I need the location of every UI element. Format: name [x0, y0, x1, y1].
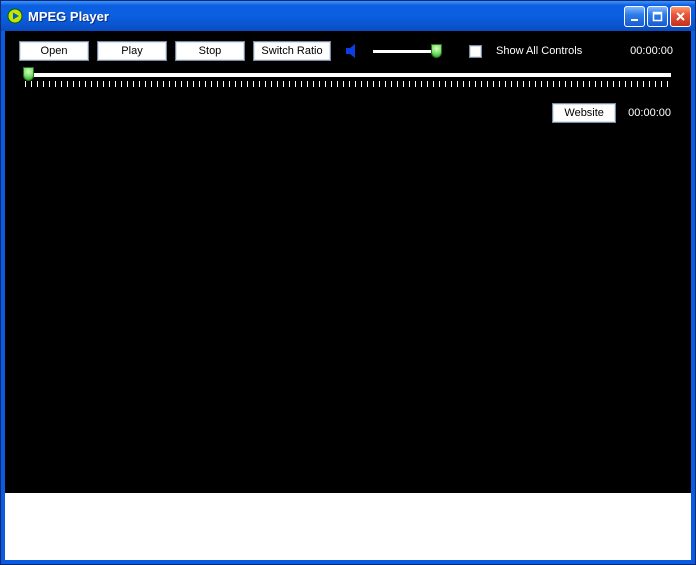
window-buttons [624, 6, 691, 27]
speaker-icon [343, 41, 363, 61]
app-icon [7, 8, 23, 24]
volume-rail [373, 50, 439, 53]
close-button[interactable] [670, 6, 691, 27]
titlebar[interactable]: MPEG Player [1, 1, 695, 31]
seek-thumb[interactable] [23, 67, 34, 81]
maximize-button[interactable] [647, 6, 668, 27]
stop-button[interactable]: Stop [175, 41, 245, 61]
seek-area [5, 65, 691, 97]
play-button[interactable]: Play [97, 41, 167, 61]
show-all-controls-label: Show All Controls [496, 45, 582, 57]
bottom-strip [5, 493, 691, 560]
seek-ticks [25, 81, 671, 87]
minimize-button[interactable] [624, 6, 645, 27]
secondary-row: Website 00:00:00 [5, 97, 691, 127]
time-elapsed-top: 00:00:00 [630, 45, 679, 57]
video-area [5, 127, 691, 493]
seek-rail [25, 73, 671, 77]
website-button[interactable]: Website [552, 103, 616, 123]
toolbar: Open Play Stop Switch Ratio Show All Con… [5, 31, 691, 65]
volume-slider[interactable] [373, 42, 439, 60]
volume-thumb[interactable] [431, 44, 442, 58]
client-area: Open Play Stop Switch Ratio Show All Con… [5, 31, 691, 560]
switch-ratio-button[interactable]: Switch Ratio [253, 41, 331, 61]
app-window: MPEG Player Open Play Stop Switch Ratio [0, 0, 696, 565]
show-all-controls-checkbox[interactable] [469, 45, 482, 58]
open-button[interactable]: Open [19, 41, 89, 61]
seek-slider[interactable] [25, 69, 671, 97]
window-title: MPEG Player [28, 9, 624, 24]
time-total-bottom: 00:00:00 [628, 107, 671, 119]
